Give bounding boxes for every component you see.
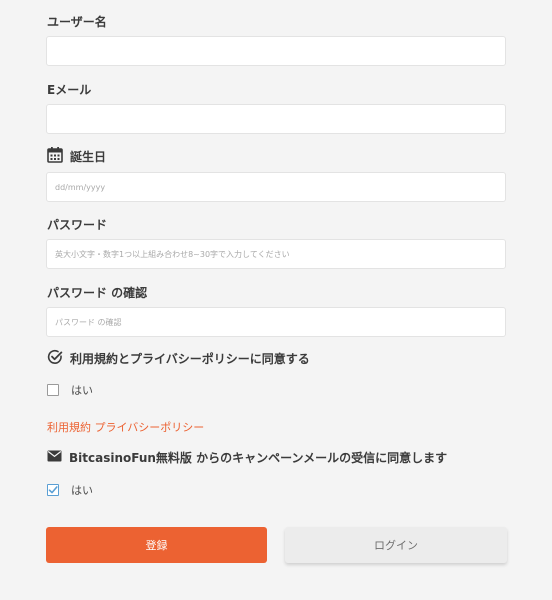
privacy-policy-link[interactable]: プライバシーポリシー xyxy=(95,421,205,434)
login-button[interactable]: ログイン xyxy=(285,527,507,563)
birthday-label: 誕生日 xyxy=(47,146,106,166)
policy-links: 利用規約 プライバシーポリシー xyxy=(47,419,204,435)
email-label-text: Eメール xyxy=(47,83,92,97)
terms-link[interactable]: 利用規約 xyxy=(47,421,91,434)
terms-checkbox-label: はい xyxy=(71,384,93,397)
register-button[interactable]: 登録 xyxy=(46,527,267,563)
birthday-label-text: 誕生日 xyxy=(70,149,107,164)
password-input[interactable] xyxy=(46,239,506,269)
checkmark-icon xyxy=(48,486,58,494)
check-circle-icon xyxy=(47,349,63,368)
email-input[interactable] xyxy=(46,104,506,134)
envelope-icon xyxy=(47,450,62,465)
marketing-checkbox-label: はい xyxy=(71,484,93,497)
username-label: ユーザー名 xyxy=(47,13,107,30)
password-confirm-input[interactable] xyxy=(46,307,506,337)
terms-checkbox[interactable] xyxy=(47,384,59,396)
marketing-label-text: BitcasinoFun無料版 からのキャンペーンメールの受信に同意します xyxy=(69,451,448,465)
email-label: Eメール xyxy=(47,81,91,98)
marketing-checkbox[interactable] xyxy=(47,484,59,496)
username-label-text: ユーザー名 xyxy=(47,15,107,29)
username-input[interactable] xyxy=(46,36,506,66)
password-label-text: パスワード xyxy=(47,218,108,232)
marketing-checkbox-row[interactable]: はい xyxy=(47,482,93,498)
password-label: パスワード xyxy=(47,216,107,233)
terms-checkbox-row[interactable]: はい xyxy=(47,382,93,398)
password-confirm-label-text: パスワード の確認 xyxy=(47,286,148,300)
calendar-icon xyxy=(47,146,63,166)
terms-label: 利用規約とプライバシーポリシーに同意する xyxy=(47,349,310,368)
terms-label-text: 利用規約とプライバシーポリシーに同意する xyxy=(70,352,310,366)
birthday-input[interactable] xyxy=(46,172,506,202)
marketing-label: BitcasinoFun無料版 からのキャンペーンメールの受信に同意します xyxy=(47,449,447,466)
password-confirm-label: パスワード の確認 xyxy=(47,284,147,301)
